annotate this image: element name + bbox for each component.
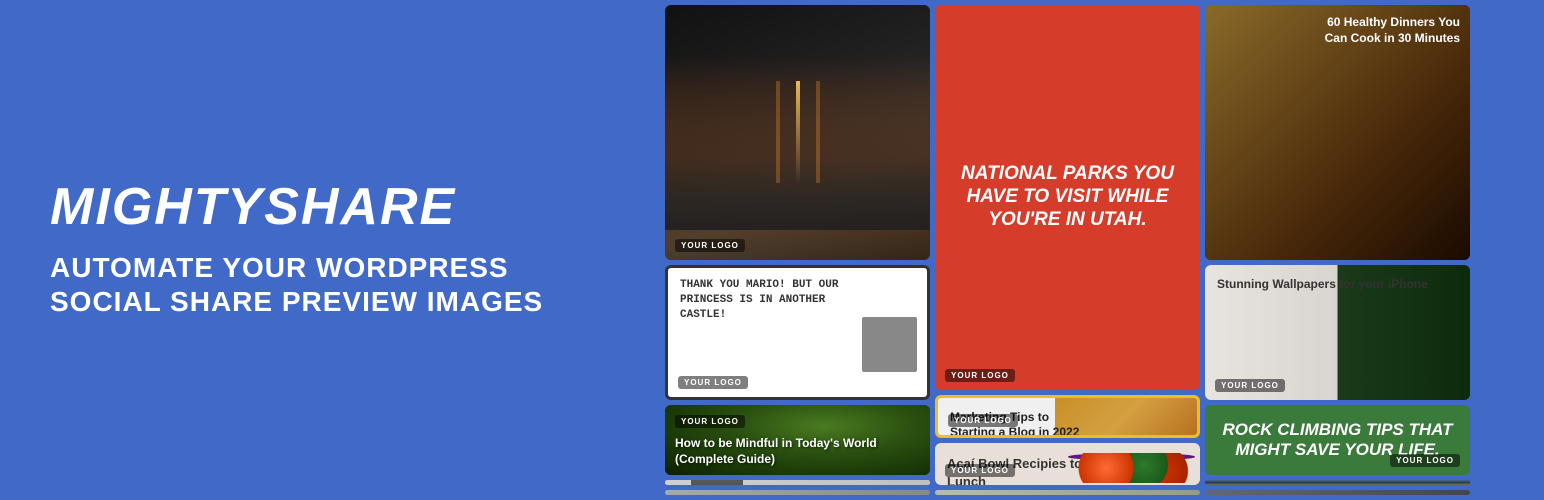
card-interview: Interview with John Smith and His Top Ti…: [665, 480, 930, 485]
national-logo: Your Logo: [945, 369, 1015, 382]
brand-title: MightyShare: [50, 181, 610, 233]
brand-subtitle: Automate Your WordPress Social Share Pre…: [50, 251, 610, 318]
mario-logo: Your Logo: [678, 376, 748, 389]
card-rock-climbing: Rock Climbing Tips That Might Save Your …: [1205, 405, 1470, 475]
card-marketing: Marketing Tips to Starting a Blog in 202…: [935, 395, 1200, 438]
mindful-logo: Your Logo: [675, 415, 745, 428]
card-mario: Thank you Mario! But our princess is in …: [665, 265, 930, 400]
card-mindful: Your Logo How to be Mindful in Today's W…: [665, 405, 930, 475]
card-beaches: 8 Stunning Beaches to Visit this Summer: [1205, 480, 1470, 485]
card-healthy: 60 Healthy Dinners You Can Cook in 30 Mi…: [1205, 5, 1470, 260]
card-extra-1: [665, 490, 930, 495]
healthy-text: 60 Healthy Dinners You Can Cook in 30 Mi…: [1314, 15, 1460, 46]
wallpaper-logo: Your Logo: [1215, 379, 1285, 392]
card-wallpaper: Stunning Wallpapers for your iPhone Your…: [1205, 265, 1470, 400]
mario-text: Thank you Mario! But our princess is in …: [680, 278, 857, 324]
beach-background: [1205, 480, 1470, 485]
card-road: Your Logo: [665, 5, 930, 260]
card-extra-3: [1205, 490, 1470, 495]
road-logo: Your Logo: [675, 239, 745, 252]
card-extra-2: [935, 490, 1200, 495]
card-acai: Açaí Bowl Recipies to Level Up Your Lunc…: [935, 443, 1200, 485]
acai-toppings: [1068, 453, 1195, 483]
card-national-parks: National Parks You Have to Visit While Y…: [935, 5, 1200, 390]
mindful-label: How to be Mindful in Today's World (Comp…: [675, 436, 920, 467]
acai-logo: Your Logo: [945, 464, 1015, 477]
road-lines: [796, 81, 800, 183]
wallpaper-text: Stunning Wallpapers for your iPhone: [1217, 277, 1428, 293]
marketing-logo: Your Logo: [948, 414, 1018, 427]
national-text: National Parks You Have to Visit While Y…: [935, 153, 1200, 241]
rock-logo: Your Logo: [1390, 454, 1460, 467]
left-panel: MightyShare Automate Your WordPress Soci…: [0, 0, 660, 500]
card-grid: Your Logo Thank you Mario! But our princ…: [660, 0, 1544, 500]
mario-image: [862, 317, 917, 372]
